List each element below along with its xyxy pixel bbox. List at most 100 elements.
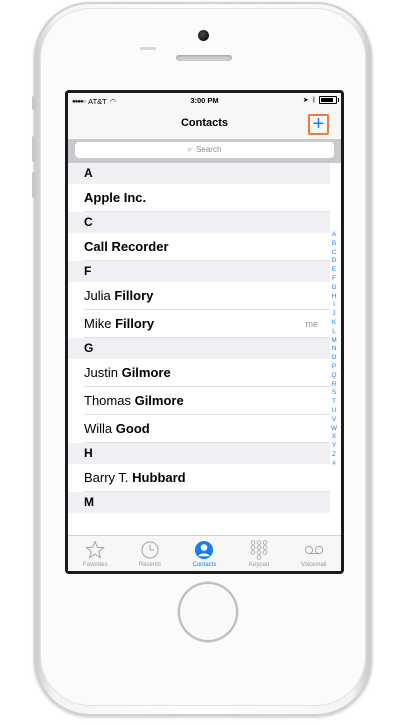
- index-letter[interactable]: J: [332, 310, 335, 319]
- index-letter[interactable]: W: [331, 425, 337, 434]
- home-button[interactable]: [178, 582, 238, 642]
- contact-row[interactable]: Call Recorder: [68, 233, 330, 261]
- tab-favorites[interactable]: Favorites: [68, 536, 123, 571]
- earpiece-speaker: [176, 55, 232, 61]
- index-letter[interactable]: #: [332, 460, 336, 469]
- section-header: C: [68, 212, 330, 233]
- index-letter[interactable]: P: [332, 363, 336, 372]
- contact-last-name: Gilmore: [134, 393, 184, 408]
- person-icon: [194, 539, 214, 561]
- tab-label: Keypad: [248, 562, 270, 568]
- page-title: Contacts: [180, 117, 229, 129]
- proximity-sensor: [140, 47, 156, 50]
- contact-list[interactable]: A Apple Inc. C Call Recorder F Julia Fillory M…: [68, 163, 330, 535]
- index-letter[interactable]: R: [332, 381, 337, 390]
- section-header: M: [68, 492, 330, 513]
- alphabet-index[interactable]: A B C D E F G H I J K L M N O P Q R S T U V W X Y Z #: [329, 231, 339, 469]
- index-letter[interactable]: D: [332, 257, 337, 266]
- status-bar: ●●●●○ AT&T ◠ 3:00 PM ➤ ᛒ: [68, 93, 341, 109]
- index-letter[interactable]: Q: [332, 372, 337, 381]
- section-letter: A: [84, 166, 93, 180]
- index-letter[interactable]: L: [332, 328, 336, 337]
- contact-last-name: Call Recorder: [84, 239, 169, 254]
- screen: ●●●●○ AT&T ◠ 3:00 PM ➤ ᛒ Contacts + ⌕ Sea…: [68, 93, 341, 571]
- section-header: G: [68, 338, 330, 359]
- front-camera: [198, 30, 209, 41]
- mute-switch: [32, 96, 36, 110]
- index-letter[interactable]: I: [333, 301, 335, 310]
- navigation-bar: Contacts +: [68, 109, 341, 139]
- me-badge: me: [305, 319, 318, 329]
- section-header: A: [68, 163, 330, 184]
- add-contact-button[interactable]: +: [308, 114, 329, 135]
- section-letter: F: [84, 264, 92, 278]
- contact-first-name: Thomas: [84, 393, 135, 408]
- battery-icon: [319, 96, 339, 104]
- contact-row[interactable]: Mike Fillory me: [68, 310, 330, 338]
- section-letter: M: [84, 495, 94, 509]
- tab-bar: Favorites Recents Contacts Keypad Voicemail: [68, 535, 341, 571]
- contact-row[interactable]: Barry T. Hubbard: [68, 464, 330, 492]
- tab-label: Voicemail: [300, 562, 327, 568]
- index-letter[interactable]: C: [332, 249, 337, 258]
- index-letter[interactable]: Z: [332, 451, 336, 460]
- index-letter[interactable]: M: [331, 337, 336, 346]
- index-letter[interactable]: A: [332, 231, 336, 240]
- section-letter: G: [84, 341, 94, 355]
- tab-label: Recents: [138, 562, 161, 568]
- index-letter[interactable]: N: [332, 345, 337, 354]
- contact-last-name: Gilmore: [121, 365, 171, 380]
- index-letter[interactable]: O: [332, 354, 337, 363]
- tab-label: Contacts: [192, 562, 217, 568]
- tab-label: Favorites: [82, 562, 108, 568]
- contact-last-name: Hubbard: [132, 470, 186, 485]
- index-letter[interactable]: U: [332, 407, 337, 416]
- contact-last-name: Fillory: [115, 316, 155, 331]
- location-arrow-icon: ➤: [302, 97, 309, 104]
- bluetooth-icon: ᛒ: [311, 96, 316, 104]
- index-letter[interactable]: E: [332, 266, 336, 275]
- index-letter[interactable]: H: [332, 293, 337, 302]
- index-letter[interactable]: K: [332, 319, 336, 328]
- contact-row[interactable]: Thomas Gilmore: [68, 387, 330, 415]
- index-letter[interactable]: T: [332, 398, 336, 407]
- search-bar: ⌕ Search: [68, 139, 341, 163]
- index-letter[interactable]: Y: [332, 442, 336, 451]
- contact-first-name: Mike: [84, 316, 116, 331]
- section-letter: C: [84, 215, 93, 229]
- contact-last-name: Good: [115, 421, 150, 436]
- search-placeholder: Search: [196, 145, 222, 154]
- tab-keypad[interactable]: Keypad: [232, 536, 287, 571]
- section-letter: H: [84, 446, 93, 460]
- search-input[interactable]: ⌕ Search: [75, 142, 334, 158]
- section-header: H: [68, 443, 330, 464]
- tab-contacts[interactable]: Contacts: [177, 536, 232, 571]
- contact-first-name: Julia: [84, 288, 115, 303]
- contact-first-name: Justin: [84, 365, 122, 380]
- clock-icon: [140, 539, 160, 561]
- tab-recents[interactable]: Recents: [123, 536, 178, 571]
- index-letter[interactable]: B: [332, 240, 336, 249]
- status-time: 3:00 PM: [190, 96, 219, 105]
- volume-down-button: [32, 172, 36, 198]
- contact-row[interactable]: Justin Gilmore: [68, 359, 330, 387]
- index-letter[interactable]: F: [332, 275, 336, 284]
- contact-row[interactable]: Apple Inc.: [68, 184, 330, 212]
- tab-voicemail[interactable]: Voicemail: [286, 536, 341, 571]
- contact-first-name: Barry T.: [84, 470, 133, 485]
- contact-last-name: Fillory: [114, 288, 154, 303]
- keypad-icon: [249, 539, 269, 561]
- section-header: F: [68, 261, 330, 282]
- search-icon: ⌕: [187, 145, 193, 154]
- index-letter[interactable]: X: [332, 433, 336, 442]
- index-letter[interactable]: S: [332, 389, 336, 398]
- contact-row[interactable]: Julia Fillory: [68, 282, 330, 310]
- star-icon: [85, 539, 106, 561]
- contact-row[interactable]: Willa Good: [68, 415, 330, 443]
- contact-last-name: Apple Inc.: [84, 190, 147, 205]
- index-letter[interactable]: G: [332, 284, 337, 293]
- volume-up-button: [32, 136, 36, 162]
- contact-first-name: Willa: [84, 421, 116, 436]
- index-letter[interactable]: V: [332, 416, 336, 425]
- voicemail-icon: [303, 539, 325, 561]
